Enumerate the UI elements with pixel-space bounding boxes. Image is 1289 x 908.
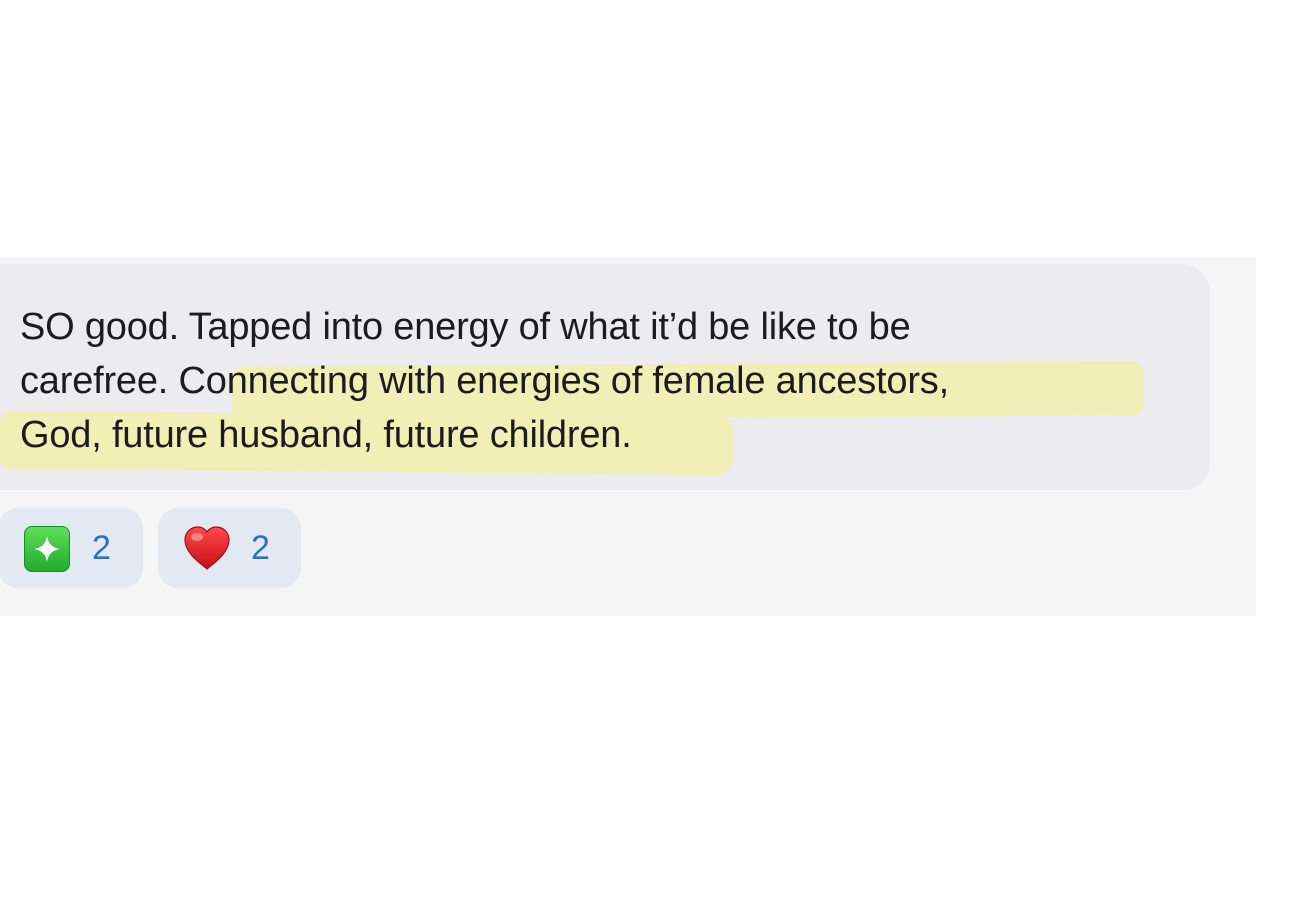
heart-reaction-button[interactable]: 2: [158, 508, 301, 588]
message-line-1: SO good. Tapped into energy of what it’d…: [20, 306, 911, 348]
sparkle-reaction-button[interactable]: 2: [0, 508, 143, 588]
message-text: SO good. Tapped into energy of what it’d…: [20, 300, 1190, 462]
message-line-3: God, future husband, future children.: [20, 414, 632, 456]
heart-reaction-count: 2: [251, 529, 270, 567]
heart-icon: [182, 525, 232, 571]
screenshot-page: SO good. Tapped into energy of what it’d…: [0, 0, 1289, 908]
sparkle-icon: [24, 526, 70, 572]
message-line-2: carefree. Connecting with energies of fe…: [20, 360, 949, 402]
sparkle-reaction-count: 2: [92, 529, 111, 567]
